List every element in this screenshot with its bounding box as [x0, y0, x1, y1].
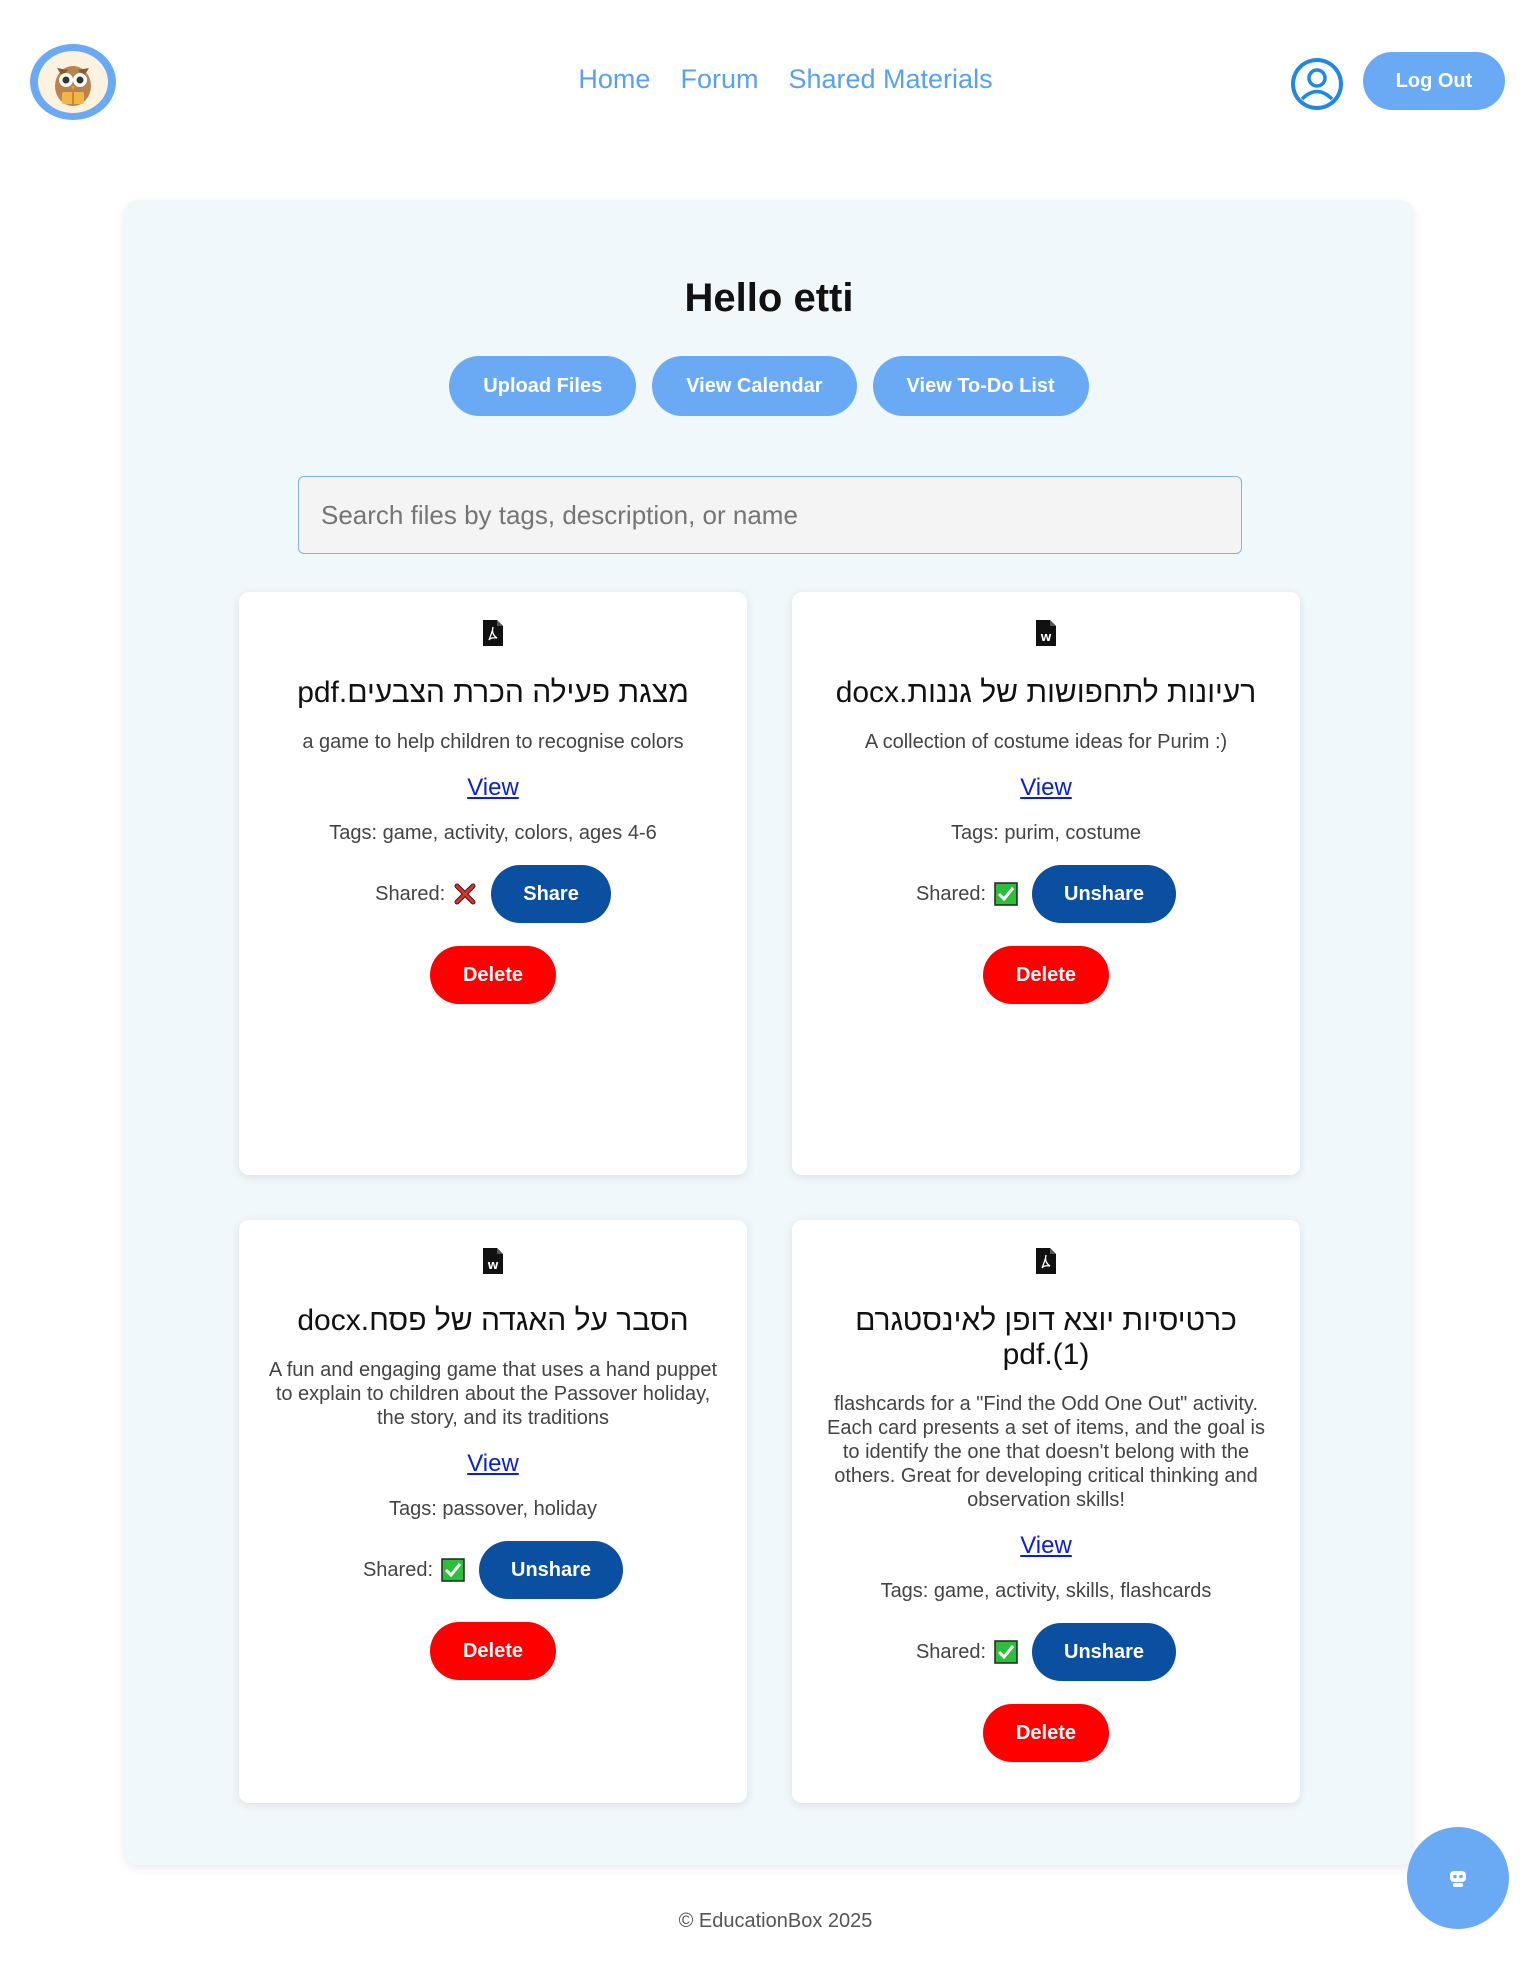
chatbot-button[interactable]: [1407, 1827, 1509, 1929]
file-card: כרטיסיות יוצא דופן לאינסטגרם (1).pdf fla…: [792, 1220, 1300, 1803]
logout-button[interactable]: Log Out: [1363, 52, 1505, 110]
shared-status-row: Shared: Share: [239, 865, 747, 923]
shared-status-row: Shared: Unshare: [792, 865, 1300, 923]
search-input[interactable]: [298, 476, 1242, 554]
delete-button[interactable]: Delete: [429, 946, 557, 1004]
shared-status-row: Shared: Unshare: [239, 1541, 747, 1599]
delete-button[interactable]: Delete: [982, 946, 1110, 1004]
dashboard-panel: Hello etti Upload Files View Calendar Vi…: [124, 200, 1414, 1865]
unshare-button[interactable]: Unshare: [479, 1541, 624, 1599]
view-todo-list-button[interactable]: View To-Do List: [872, 356, 1089, 416]
check-mark-icon: [994, 882, 1018, 906]
shared-label: Shared:: [915, 882, 987, 905]
file-description: flashcards for a "Find the Odd One Out" …: [826, 1393, 1266, 1511]
word-file-icon: W: [1036, 620, 1056, 646]
unshare-button[interactable]: Unshare: [1032, 865, 1177, 923]
file-name: רעיונות לתחפושות של גננות.docx: [835, 676, 1257, 709]
cross-mark-icon: [454, 883, 476, 905]
action-bar: Upload Files View Calendar View To-Do Li…: [124, 356, 1414, 416]
file-description: a game to help children to recognise col…: [302, 731, 684, 753]
view-calendar-button[interactable]: View Calendar: [652, 356, 857, 416]
file-name: הסבר על האגדה של פסח.docx: [297, 1304, 689, 1337]
unshare-button[interactable]: Unshare: [1032, 1623, 1177, 1681]
view-file-link[interactable]: View: [1020, 1532, 1072, 1560]
file-description: A collection of costume ideas for Purim …: [864, 731, 1228, 753]
shared-label: Shared:: [362, 1558, 434, 1581]
pdf-file-icon: [483, 620, 503, 646]
file-name: מצגת פעילה הכרת הצבעים.pdf: [297, 676, 689, 709]
upload-files-button[interactable]: Upload Files: [449, 356, 637, 416]
file-tags: Tags: game, activity, skills, flashcards: [880, 1580, 1212, 1602]
pdf-file-icon: [1036, 1248, 1056, 1274]
view-file-link[interactable]: View: [1020, 774, 1072, 802]
file-card: W רעיונות לתחפושות של גננות.docx A colle…: [792, 592, 1300, 1175]
file-card: W הסבר על האגדה של פסח.docx A fun and en…: [239, 1220, 747, 1803]
nav-shared-materials-link[interactable]: Shared Materials: [788, 64, 992, 95]
delete-button[interactable]: Delete: [429, 1622, 557, 1680]
file-tags: Tags: game, activity, colors, ages 4-6: [329, 822, 657, 844]
file-tags: Tags: purim, costume: [950, 822, 1142, 844]
file-description: A fun and engaging game that uses a hand…: [268, 1359, 718, 1429]
file-tags: Tags: passover, holiday: [389, 1498, 597, 1520]
svg-text:W: W: [487, 1261, 498, 1272]
check-mark-icon: [441, 1558, 465, 1582]
nav-forum-link[interactable]: Forum: [680, 64, 758, 95]
view-file-link[interactable]: View: [467, 1450, 519, 1478]
file-card: מצגת פעילה הכרת הצבעים.pdf a game to hel…: [239, 592, 747, 1175]
word-file-icon: W: [483, 1248, 503, 1274]
shared-label: Shared:: [915, 1640, 987, 1663]
shared-label: Shared:: [375, 882, 446, 905]
share-button[interactable]: Share: [491, 865, 611, 923]
svg-text:W: W: [1040, 633, 1051, 644]
robot-icon: [1450, 1871, 1466, 1887]
view-file-link[interactable]: View: [467, 774, 519, 802]
footer-copyright: © EducationBox 2025: [678, 1910, 873, 1932]
header: Home Forum Shared Materials Log Out: [0, 0, 1521, 170]
check-mark-icon: [994, 1640, 1018, 1664]
page-title: Hello etti: [684, 276, 854, 320]
user-profile-icon[interactable]: [1289, 56, 1345, 112]
delete-button[interactable]: Delete: [982, 1704, 1110, 1762]
file-name: כרטיסיות יוצא דופן לאינסטגרם (1).pdf: [855, 1304, 1237, 1371]
nav-home-link[interactable]: Home: [578, 64, 650, 95]
shared-status-row: Shared: Unshare: [792, 1623, 1300, 1681]
